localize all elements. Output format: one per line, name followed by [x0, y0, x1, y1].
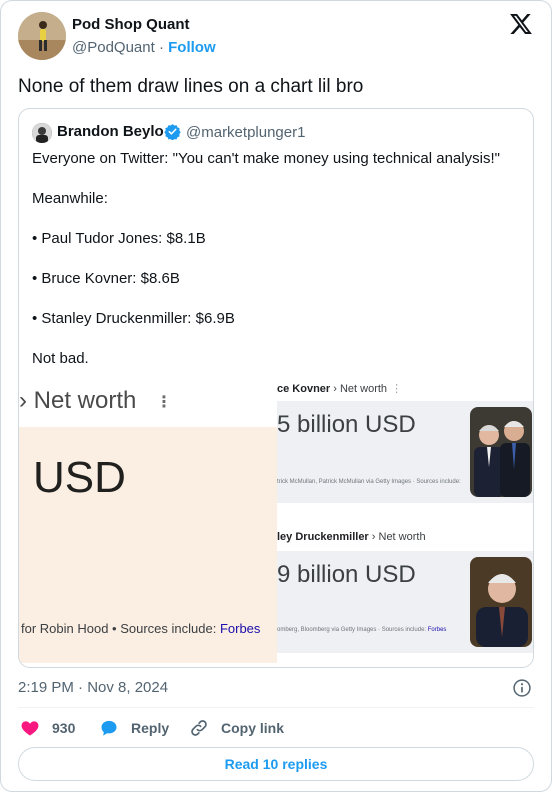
quoted-text-line: • Bruce Kovner: $8.6B: [32, 270, 180, 287]
reply-label: Reply: [131, 720, 170, 736]
kovner-photo: [470, 407, 532, 497]
tweet-text: None of them draw lines on a chart lil b…: [18, 76, 364, 97]
read-replies-button[interactable]: Read 10 replies: [18, 747, 534, 781]
net-worth-card: USD for Robin Hood • Sources include: Fo…: [19, 427, 277, 663]
separator: ·: [158, 39, 164, 56]
author-avatar[interactable]: [18, 12, 66, 60]
verified-badge-icon: [164, 124, 181, 140]
quoted-text-line: Not bad.: [32, 350, 89, 367]
heart-icon: [21, 721, 39, 736]
quoted-text-line: • Paul Tudor Jones: $8.1B: [32, 230, 206, 247]
kovner-credit: trick McMullan, Patrick McMullan via Get…: [277, 479, 461, 485]
quoted-text-line: Everyone on Twitter: "You can't make mon…: [32, 150, 500, 167]
druckenmiller-card: 9 billion USD omberg, Bloomberg via Gett…: [277, 551, 533, 653]
net-worth-value: USD: [33, 453, 126, 502]
quoted-text-line: • Stanley Druckenmiller: $6.9B: [32, 310, 235, 327]
info-icon[interactable]: [512, 678, 532, 698]
druckenmiller-photo: [470, 557, 532, 647]
x-logo-icon[interactable]: [510, 14, 532, 34]
net-worth-title: › Net worth: [19, 387, 137, 414]
quoted-image-left[interactable]: › Net worth ⋮ USD for Robin Hood • Sourc…: [19, 379, 277, 667]
quoted-tweet[interactable]: Brandon Beylo @marketplunger1 Everyone o…: [18, 108, 534, 668]
quoted-author-handle: @marketplunger1: [186, 124, 306, 141]
tweet-card: Pod Shop Quant @PodQuant · Follow None o…: [0, 0, 552, 792]
image-source: for Robin Hood • Sources include: Forbes: [21, 621, 261, 636]
author-name[interactable]: Pod Shop Quant: [72, 16, 190, 33]
divider: [18, 707, 534, 708]
more-dots-icon: ⋮: [156, 394, 172, 411]
druckenmiller-panel-title: ley Druckenmiller › Net worth: [277, 531, 426, 543]
link-icon: [191, 720, 207, 736]
druckenmiller-credit: omberg, Bloomberg via Getty Images · Sou…: [277, 627, 447, 633]
like-button[interactable]: 930: [20, 717, 75, 739]
copy-link-button[interactable]: Copy link: [189, 717, 284, 739]
tweet-timestamp[interactable]: 2:19 PM · Nov 8, 2024: [18, 679, 168, 696]
kovner-value: 5 billion USD: [277, 411, 416, 438]
kovner-panel-title: ce Kovner › Net worth ⋮: [277, 383, 403, 395]
like-count: 930: [52, 720, 76, 736]
author-meta: @PodQuant · Follow: [72, 39, 216, 56]
quoted-author-avatar: [32, 123, 52, 143]
kovner-card: 5 billion USD trick McMullan, Patrick Mc…: [277, 401, 533, 503]
quoted-text-line: Meanwhile:: [32, 190, 108, 207]
copy-link-label: Copy link: [221, 720, 285, 736]
quoted-image-right[interactable]: ce Kovner › Net worth ⋮ 5 billion USD tri…: [277, 379, 533, 667]
druckenmiller-value: 9 billion USD: [277, 561, 416, 588]
follow-link[interactable]: Follow: [168, 39, 216, 56]
reply-button[interactable]: Reply: [99, 717, 169, 739]
quoted-author-name: Brandon Beylo: [57, 123, 164, 140]
reply-icon: [101, 720, 117, 736]
author-handle[interactable]: @PodQuant: [72, 39, 155, 56]
